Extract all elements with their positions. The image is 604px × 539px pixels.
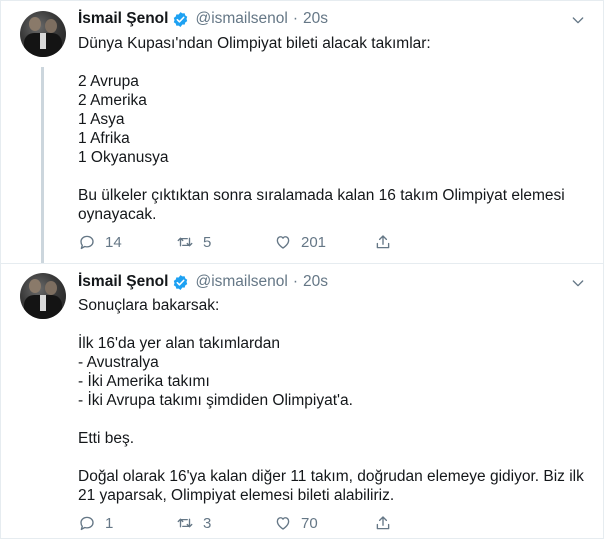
avatar[interactable] — [20, 11, 66, 57]
like-count: 70 — [301, 514, 318, 532]
tweet-timestamp[interactable]: 20s — [303, 10, 328, 28]
tweet-actions: 1 3 70 — [78, 514, 408, 534]
reply-button[interactable]: 14 — [78, 233, 122, 251]
tweet-text-line: - İki Avrupa takımı şimdiden Olimpiyat'a… — [78, 392, 353, 409]
chevron-down-icon[interactable] — [570, 12, 586, 28]
tweet[interactable]: İsmail Şenol @ismailsenol · 20s Dünya Ku… — [0, 0, 604, 263]
tweet-actions: 14 5 201 — [78, 233, 408, 253]
retweet-count: 3 — [203, 514, 212, 532]
header-separator: · — [292, 10, 299, 27]
tweet-text-line: 2 Amerika — [78, 92, 147, 109]
share-button[interactable] — [374, 233, 401, 251]
reply-icon — [80, 235, 94, 250]
tweet-header: İsmail Şenol @ismailsenol · 20s — [78, 271, 328, 293]
retweet-button[interactable]: 5 — [176, 233, 211, 251]
tweet-text-line: Doğal olarak 16'ya kalan diğer 11 takım,… — [78, 468, 584, 485]
tweet-text-line: Bu ülkeler çıktıktan sonra sıralamada ka… — [78, 187, 565, 204]
chevron-down-icon[interactable] — [570, 275, 586, 291]
retweet-icon — [177, 237, 193, 247]
author-name[interactable]: İsmail Şenol — [78, 10, 168, 28]
tweet-text-line: - Avustralya — [78, 354, 159, 371]
tweet-text: Sonuçlara bakarsak: İlk 16'da yer alan t… — [78, 296, 584, 505]
tweet-text-line: - İki Amerika takımı — [78, 373, 210, 390]
author-handle[interactable]: @ismailsenol — [195, 10, 287, 28]
tweet-text-line: Dünya Kupası'ndan Olimpiyat bileti alaca… — [78, 35, 431, 52]
tweet-text-line — [78, 53, 578, 72]
share-button[interactable] — [374, 514, 401, 532]
avatar[interactable] — [20, 273, 66, 319]
reply-icon — [80, 516, 94, 531]
like-icon — [276, 236, 290, 249]
share-icon — [376, 516, 390, 530]
tweet-text-line: 2 Avrupa — [78, 73, 139, 90]
verified-badge-icon — [174, 11, 188, 27]
like-button[interactable]: 201 — [274, 233, 326, 251]
author-handle[interactable]: @ismailsenol — [195, 273, 287, 291]
tweet-text-line: 21 yaparsak, Olimpiyat elemesi bileti al… — [78, 487, 395, 504]
tweet-text-line: 1 Afrika — [78, 130, 130, 147]
tweet-text-line: oynayacak. — [78, 206, 157, 223]
verified-badge-icon — [174, 274, 188, 290]
tweet-text-line — [78, 448, 578, 467]
header-separator: · — [292, 273, 299, 290]
author-name[interactable]: İsmail Şenol — [78, 273, 168, 291]
tweet-timestamp[interactable]: 20s — [303, 273, 328, 291]
tweet-text-line: İlk 16'da yer alan takımlardan — [78, 335, 280, 352]
thread-connector-line — [41, 67, 44, 263]
tweet-header: İsmail Şenol @ismailsenol · 20s — [78, 8, 328, 30]
reply-button[interactable]: 1 — [78, 514, 113, 532]
like-count: 201 — [301, 233, 327, 251]
tweet-text-line: Etti beş. — [78, 430, 134, 447]
retweet-icon — [177, 518, 193, 528]
retweet-button[interactable]: 3 — [176, 514, 211, 532]
tweet-text-line — [78, 410, 578, 429]
tweet-text-line: Sonuçlara bakarsak: — [78, 297, 220, 314]
tweet-text-line — [78, 315, 578, 334]
retweet-count: 5 — [203, 233, 212, 251]
share-icon — [376, 235, 390, 249]
tweet-text-line: 1 Okyanusya — [78, 149, 169, 166]
reply-count: 1 — [105, 514, 114, 532]
tweet-text-line: 1 Asya — [78, 111, 125, 128]
like-icon — [276, 517, 290, 530]
like-button[interactable]: 70 — [274, 514, 318, 532]
tweet[interactable]: İsmail Şenol @ismailsenol · 20s Sonuçlar… — [0, 263, 604, 539]
tweet-text: Dünya Kupası'ndan Olimpiyat bileti alaca… — [78, 34, 578, 224]
tweet-text-line — [78, 167, 578, 186]
reply-count: 14 — [105, 233, 122, 251]
